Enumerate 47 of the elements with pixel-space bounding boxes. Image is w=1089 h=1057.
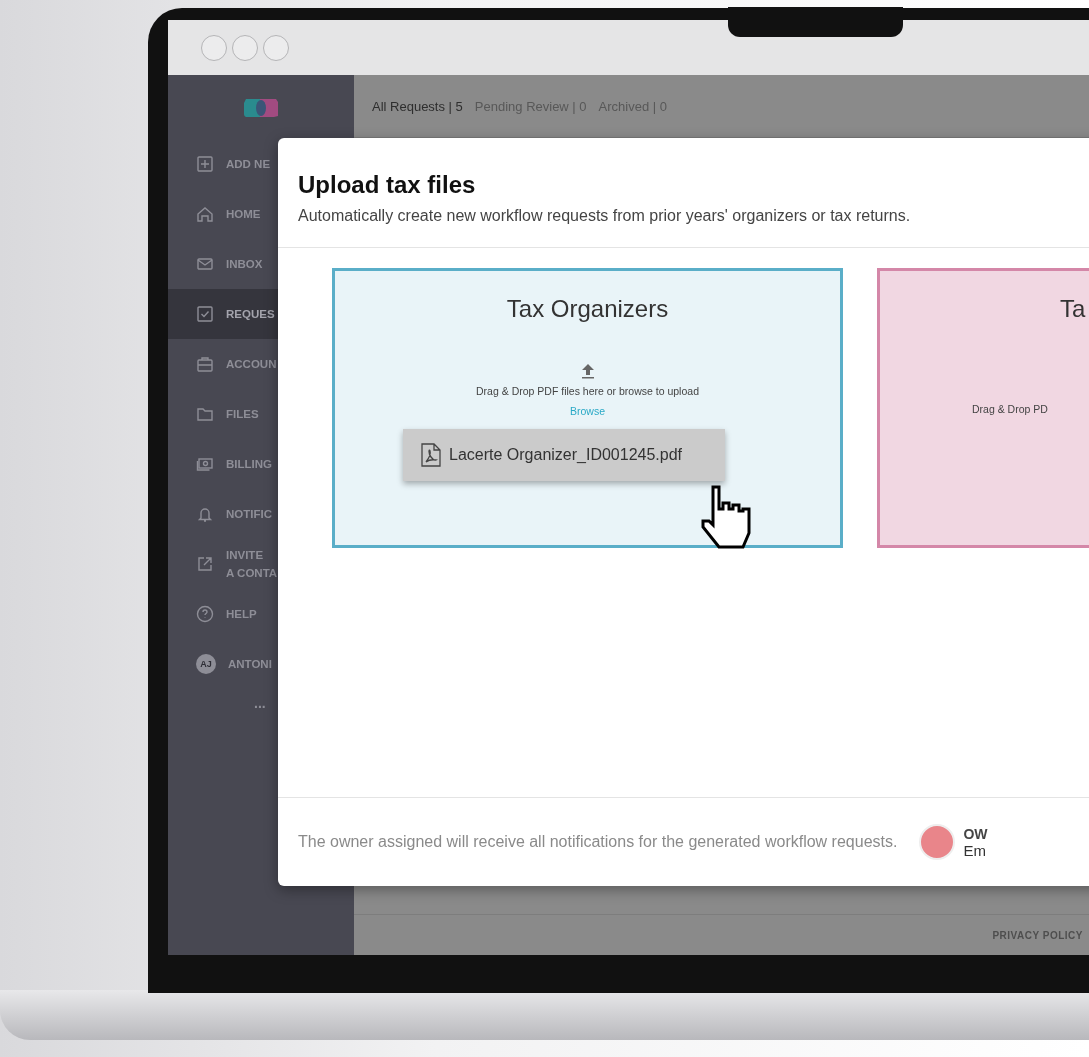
drop-zone-title: Ta <box>1060 295 1086 323</box>
drop-zone-title: Tax Organizers <box>506 295 669 323</box>
external-link-icon <box>196 555 214 573</box>
sidebar-label: ANTONI <box>228 656 272 672</box>
file-chip[interactable]: Lacerte Organizer_ID001245.pdf <box>403 429 725 481</box>
sidebar-label: HOME <box>226 206 261 222</box>
sidebar-label: HELP <box>226 606 257 622</box>
browse-link[interactable]: Browse <box>570 405 605 417</box>
logo-icon <box>242 97 280 119</box>
checkbox-icon <box>196 305 214 323</box>
dialog-subtitle: Automatically create new workflow requests from prior years' organizers or tax returns. <box>298 207 912 225</box>
folder-icon <box>196 405 214 423</box>
pdf-file-icon <box>421 443 441 467</box>
bell-icon <box>196 505 214 523</box>
sidebar-label: ACCOUN <box>226 356 277 372</box>
drop-zone[interactable]: Ta Drag & Drop PD <box>877 268 1089 548</box>
avatar-initials: AJ <box>196 654 216 674</box>
sidebar-label: INVITE A CONTA <box>226 547 278 581</box>
help-icon <box>196 605 214 623</box>
briefcase-icon <box>196 355 214 373</box>
sidebar-label: ADD NE <box>226 156 271 172</box>
window-control[interactable] <box>232 34 258 61</box>
sidebar-item[interactable]: HELP <box>168 589 354 639</box>
owner-avatar <box>919 824 956 860</box>
drop-zone[interactable]: Tax Organizers Drag & Drop PDF files here or browse to upload Browse Lacerte Organizer_ID001245.pdf <box>332 268 843 548</box>
owner-note: The owner assigned will receive all notifications for the generated workflow requests. <box>298 833 898 851</box>
upload-icon <box>580 363 595 379</box>
drop-hint: Drag & Drop PD <box>972 403 1048 415</box>
sidebar-label: INBOX <box>226 256 263 272</box>
owner-label: OW <box>963 825 988 842</box>
window-control[interactable] <box>263 34 289 61</box>
banknote-icon <box>196 455 214 473</box>
mail-icon <box>196 255 214 273</box>
drop-hint: Drag & Drop PDF files here or browse to upload <box>476 385 699 397</box>
sidebar-item[interactable]: AJ ANTONI <box>168 639 354 689</box>
sidebar-label: BILLING <box>226 456 272 472</box>
file-name: Lacerte Organizer_ID001245.pdf <box>449 446 683 464</box>
plus-square-icon <box>196 155 214 173</box>
dialog-title: Upload tax files <box>298 171 477 199</box>
owner-name: Em <box>963 841 987 859</box>
tab[interactable]: All Requests | 5 <box>372 98 463 114</box>
sidebar-label: NOTIFIC <box>226 506 272 522</box>
home-icon <box>196 205 214 223</box>
window-control[interactable] <box>201 34 227 61</box>
privacy-policy-link[interactable]: PRIVACY POLICY <box>992 929 1083 941</box>
sidebar-label: FILES <box>226 406 259 422</box>
sidebar-label: REQUES <box>226 306 275 322</box>
